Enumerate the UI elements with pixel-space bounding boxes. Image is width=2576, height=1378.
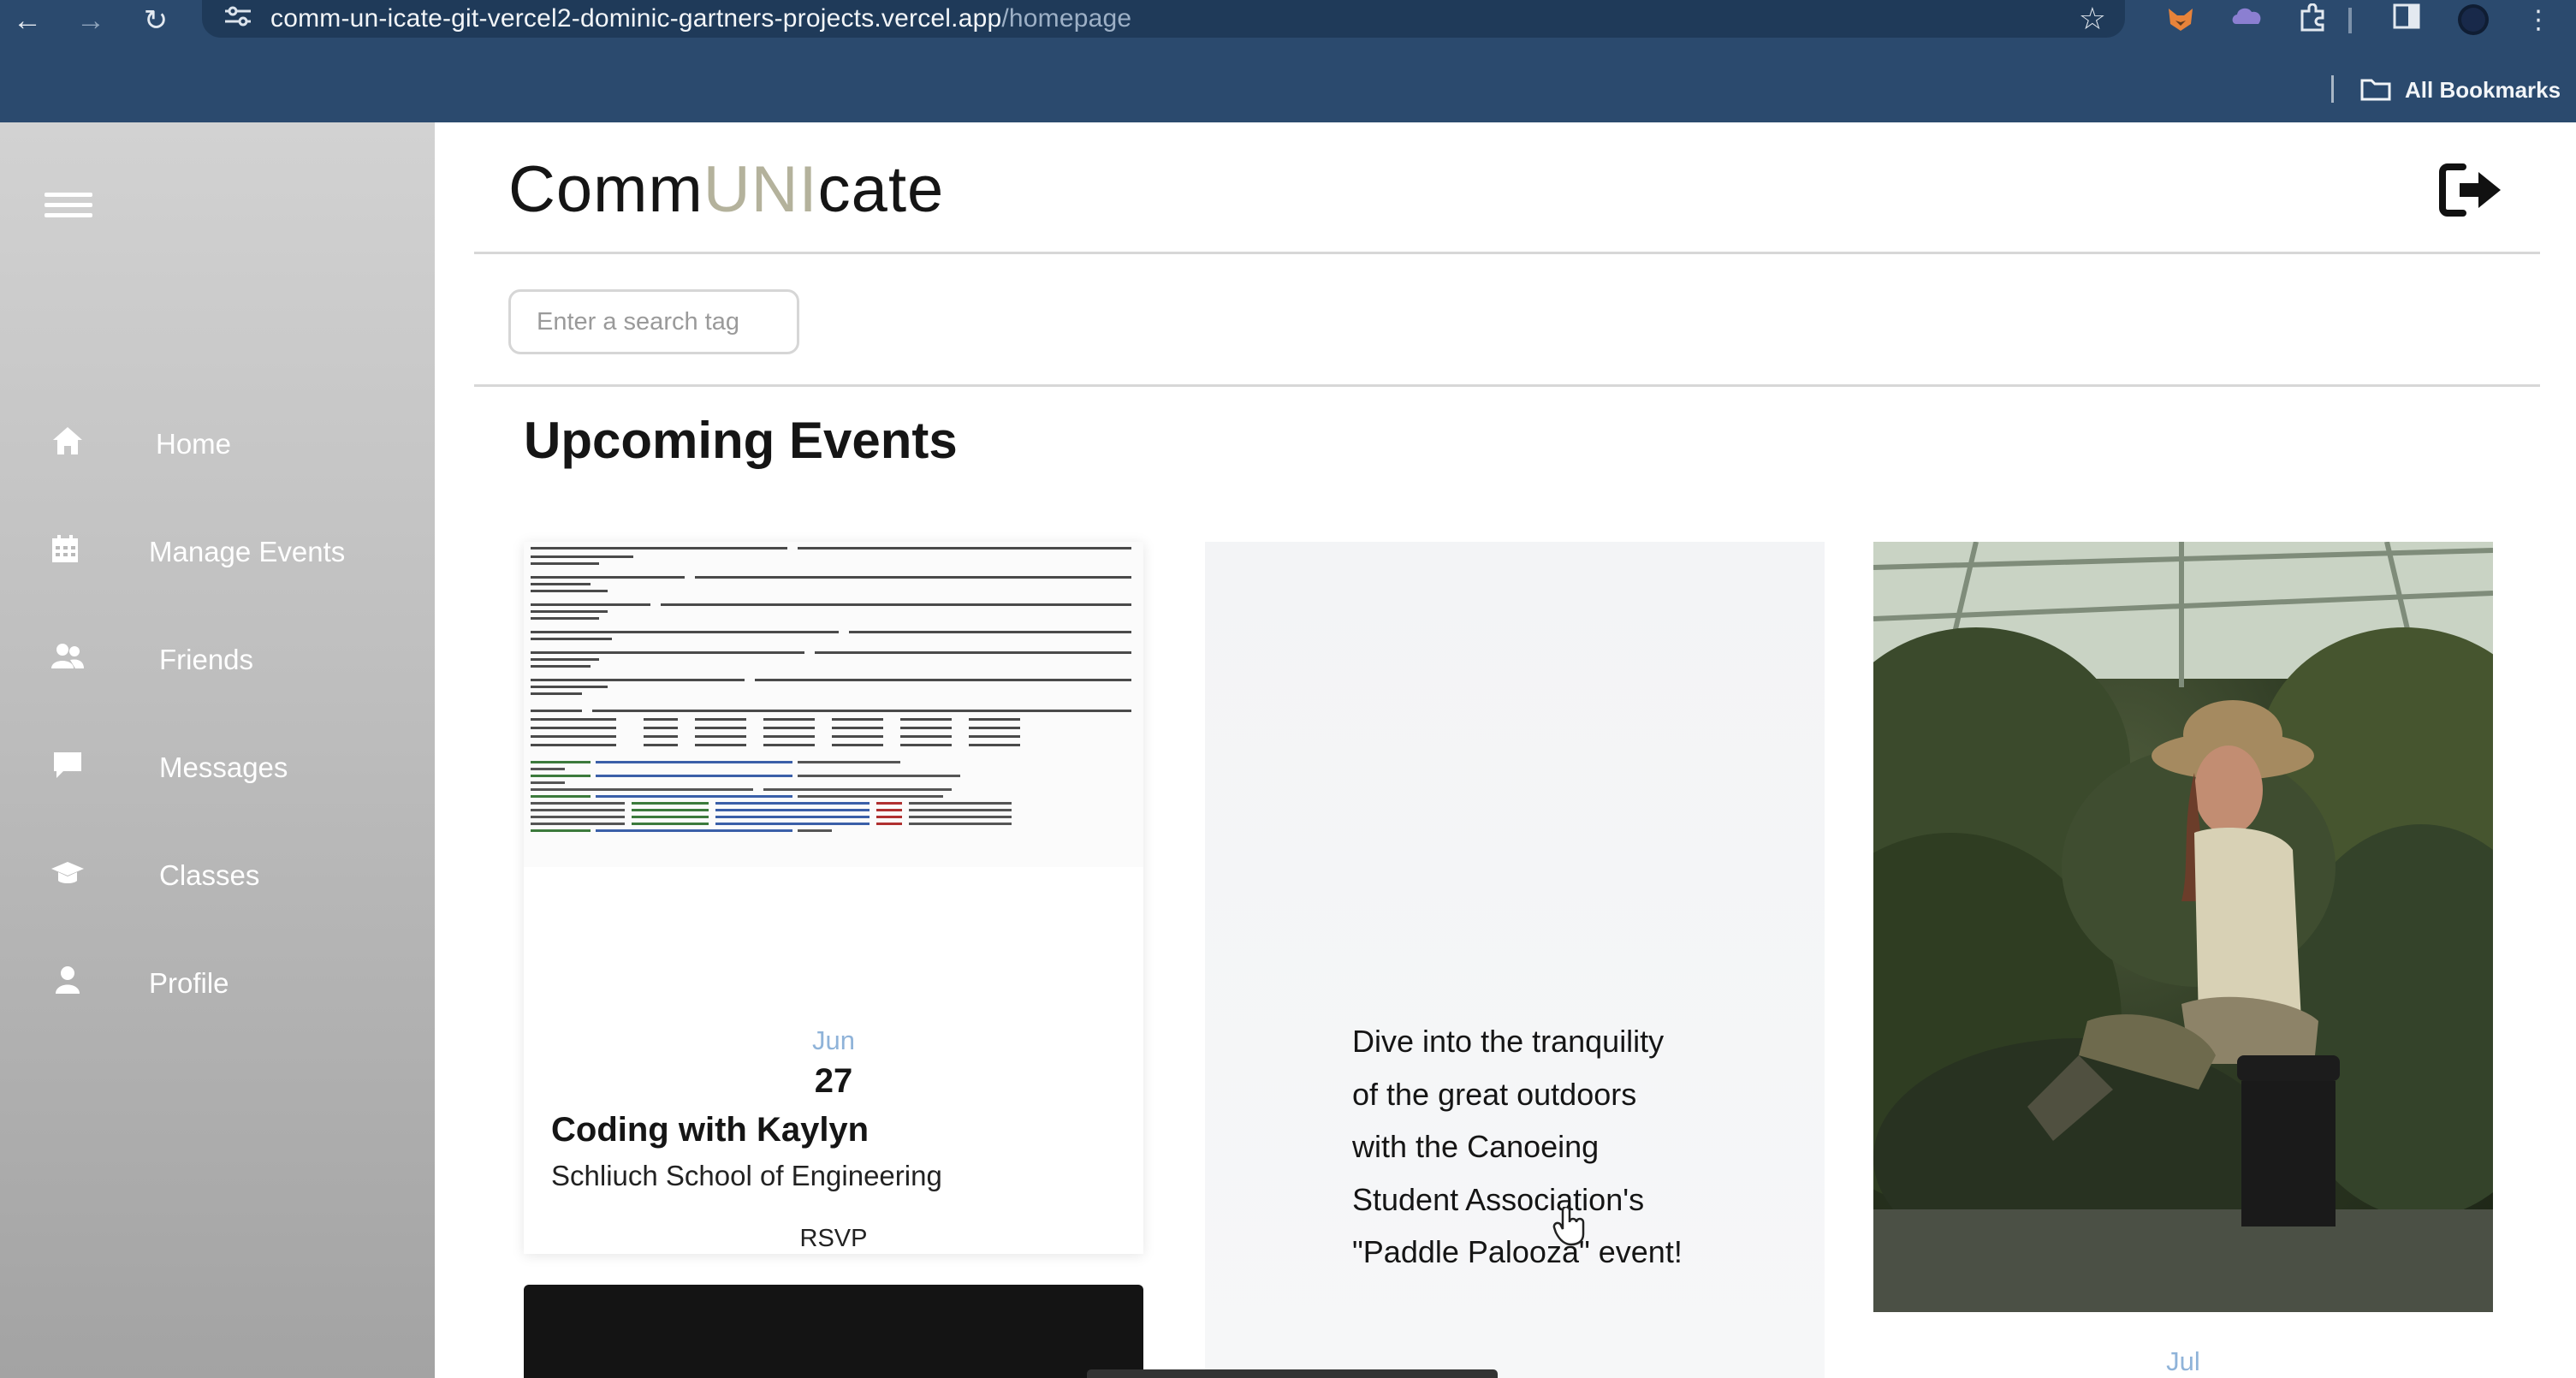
friends-icon — [51, 644, 84, 668]
event-photo — [1873, 542, 2493, 1312]
event-card[interactable]: Dive into the tranquility of the great o… — [1205, 542, 1825, 1378]
event-image-greenhouse[interactable] — [1873, 542, 2493, 1312]
sidebar-item-label: Profile — [149, 967, 229, 999]
reload-icon[interactable]: ↻ — [139, 3, 173, 38]
home-icon — [53, 427, 82, 454]
toolbar-divider — [2348, 8, 2352, 33]
search-tag-input[interactable] — [508, 289, 799, 354]
forward-icon[interactable]: → — [74, 3, 108, 38]
event-card[interactable] — [524, 1285, 1143, 1378]
url-text[interactable]: comm-un-icate-git-vercel2-dominic-gartne… — [270, 3, 1131, 34]
hamburger-menu-icon[interactable] — [45, 193, 92, 218]
folder-icon — [2360, 79, 2391, 101]
sidebar-item-classes[interactable]: Classes — [0, 845, 435, 905]
logout-icon[interactable] — [2437, 160, 2506, 220]
browser-chrome: ← → ↻ comm-un-icate-git-vercel2-dominic-… — [0, 0, 2576, 122]
terminal-screenshot-icon — [531, 547, 1131, 832]
back-icon[interactable]: ← — [10, 3, 45, 38]
site-settings-icon[interactable] — [221, 3, 255, 34]
sidebar-item-messages[interactable]: Messages — [0, 737, 435, 797]
video-progress-bar — [1087, 1369, 1498, 1378]
sidebar-item-label: Manage Events — [149, 536, 346, 567]
all-bookmarks-link[interactable]: All Bookmarks — [2405, 75, 2561, 104]
header-divider — [474, 252, 2540, 254]
bookmarks-bar: All Bookmarks — [0, 39, 2576, 122]
brand-prefix: Comm — [508, 153, 703, 226]
sidebar: Home Manage Events Friends Messages Clas… — [0, 122, 435, 1378]
sidebar-item-manage-events[interactable]: Manage Events — [0, 521, 435, 581]
sidebar-item-label: Classes — [159, 859, 260, 891]
graduation-cap-icon — [51, 862, 84, 883]
hand-cursor-icon — [1552, 1207, 1585, 1246]
message-icon — [54, 752, 81, 778]
address-bar[interactable]: comm-un-icate-git-vercel2-dominic-gartne… — [202, 0, 2125, 38]
side-panel-icon[interactable] — [2389, 3, 2424, 38]
rsvp-button[interactable]: RSVP — [524, 1225, 1143, 1253]
user-icon — [56, 966, 80, 994]
browser-menu-icon[interactable]: ⋮ — [2521, 3, 2555, 38]
search-divider — [474, 384, 2540, 387]
brand-accent: UNI — [703, 153, 818, 226]
calendar-icon — [52, 535, 78, 562]
extension-cloud-icon[interactable] — [2230, 3, 2264, 38]
app-logo[interactable]: CommUNIcate — [508, 150, 944, 230]
profile-avatar-icon[interactable] — [2456, 3, 2490, 38]
event-location: Schliuch School of Engineering — [551, 1160, 942, 1191]
brand-suffix: cate — [817, 153, 945, 226]
event-month: Jun — [812, 1025, 855, 1055]
url-host: comm-un-icate-git-vercel2-dominic-gartne… — [270, 4, 1002, 33]
event-card[interactable]: Jun 27 Coding with Kaylyn Schliuch Schoo… — [524, 542, 1143, 1254]
event-day: 27 — [814, 1062, 853, 1100]
extension-fox-icon[interactable] — [2163, 3, 2198, 38]
event-image-terminal — [524, 542, 1143, 867]
sidebar-item-home[interactable]: Home — [0, 413, 435, 473]
event-month: Jul — [2166, 1346, 2200, 1376]
url-path: /homepage — [1001, 4, 1132, 33]
sidebar-item-label: Messages — [159, 751, 288, 783]
main-content: CommUNIcate Upcoming Events — [435, 122, 2576, 1378]
sidebar-item-profile[interactable]: Profile — [0, 953, 435, 1013]
sidebar-item-label: Friends — [159, 644, 254, 675]
extensions-puzzle-icon[interactable] — [2295, 3, 2330, 38]
sidebar-item-friends[interactable]: Friends — [0, 629, 435, 689]
section-title: Upcoming Events — [524, 412, 958, 469]
address-row: ← → ↻ comm-un-icate-git-vercel2-dominic-… — [0, 0, 2576, 39]
event-title: Coding with Kaylyn — [551, 1111, 870, 1149]
bookmarks-divider — [2331, 75, 2334, 103]
sidebar-item-label: Home — [156, 428, 232, 460]
bookmark-star-icon[interactable]: ☆ — [2079, 2, 2106, 36]
event-description: Dive into the tranquility of the great o… — [1352, 1024, 1683, 1269]
